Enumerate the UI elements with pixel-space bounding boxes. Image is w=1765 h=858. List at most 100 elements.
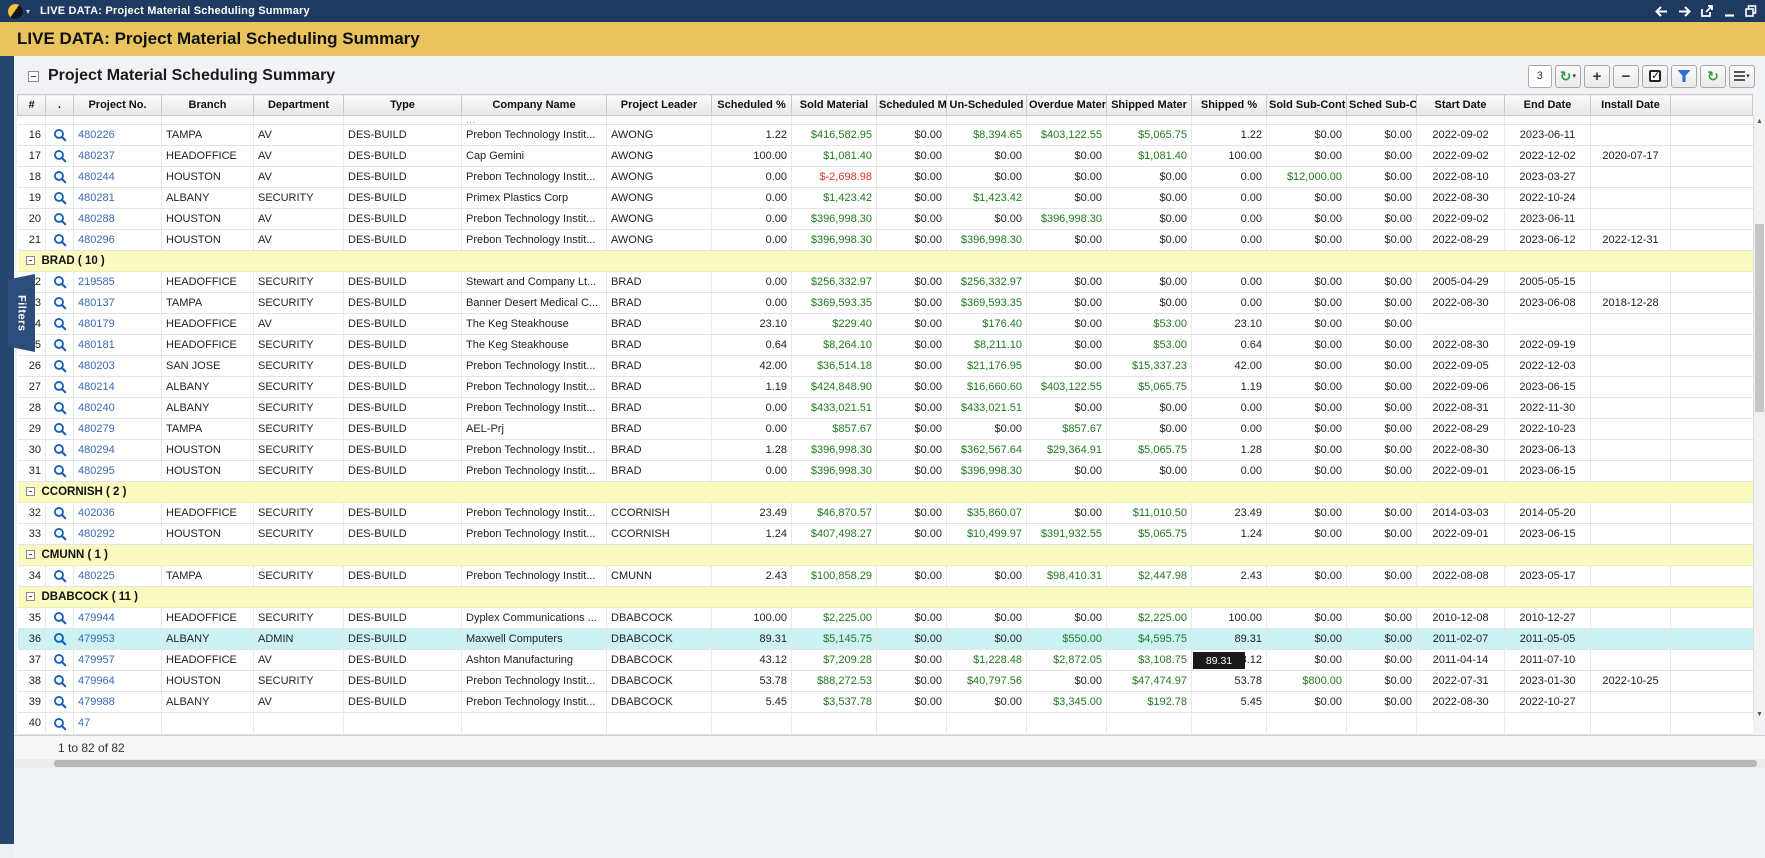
minimize-icon[interactable]	[1724, 6, 1735, 17]
project-no-link[interactable]: 480281	[78, 192, 115, 204]
group-header-row[interactable]: BRAD ( 10 )	[18, 251, 1753, 272]
collapse-group-icon[interactable]	[26, 256, 35, 265]
magnifier-icon[interactable]	[53, 296, 67, 310]
collapse-group-icon[interactable]	[26, 592, 35, 601]
table-row[interactable]: 34480225TAMPASECURITYDES-BUILDPrebon Tec…	[18, 566, 1753, 587]
col-header-branch[interactable]: Branch	[162, 95, 254, 116]
magnifier-icon[interactable]	[53, 653, 67, 667]
project-no-link[interactable]: 480179	[78, 318, 115, 330]
collapse-group-icon[interactable]	[26, 550, 35, 559]
add-button[interactable]: +	[1584, 65, 1610, 88]
table-row[interactable]: 24480179HEADOFFICEAVDES-BUILDThe Keg Ste…	[18, 314, 1753, 335]
project-no-link[interactable]: 480214	[78, 381, 115, 393]
col-header-scheduled_mat[interactable]: Scheduled Mat	[877, 95, 947, 116]
checkbox-button[interactable]	[1642, 65, 1668, 88]
col-header-shipped_pct[interactable]: Shipped %	[1192, 95, 1267, 116]
col-header-end_date[interactable]: End Date	[1505, 95, 1591, 116]
col-header-leader[interactable]: Project Leader	[607, 95, 712, 116]
magnifier-icon[interactable]	[53, 338, 67, 352]
restore-icon[interactable]	[1745, 5, 1757, 17]
project-no-link[interactable]: 480292	[78, 528, 115, 540]
project-no-link[interactable]: 480296	[78, 234, 115, 246]
menu-dropdown-button[interactable]: ▾	[1729, 65, 1755, 88]
magnifier-icon[interactable]	[53, 464, 67, 478]
project-no-link[interactable]: 219585	[78, 276, 115, 288]
table-row[interactable]: 32402036HEADOFFICESECURITYDES-BUILDPrebo…	[18, 503, 1753, 524]
project-no-link[interactable]: 479964	[78, 675, 115, 687]
count-box[interactable]: 3	[1528, 65, 1552, 88]
magnifier-icon[interactable]	[53, 611, 67, 625]
col-header-num[interactable]: #	[18, 95, 46, 116]
project-no-link[interactable]: 479988	[78, 696, 115, 708]
table-row[interactable]: 29480279TAMPASECURITYDES-BUILDAEL-PrjBRA…	[18, 419, 1753, 440]
table-row[interactable]: 35479944HEADOFFICESECURITYDES-BUILDDyple…	[18, 608, 1753, 629]
project-no-link[interactable]: 479944	[78, 612, 115, 624]
table-row[interactable]: 31480295HOUSTONSECURITYDES-BUILDPrebon T…	[18, 461, 1753, 482]
col-header-sold_sub[interactable]: Sold Sub-Cont	[1267, 95, 1347, 116]
table-row[interactable]: 27480214ALBANYSECURITYDES-BUILDPrebon Te…	[18, 377, 1753, 398]
project-no-link[interactable]: 479953	[78, 633, 115, 645]
col-header-sold_material[interactable]: Sold Material	[792, 95, 877, 116]
col-header-overdue_mat[interactable]: Overdue Mater	[1027, 95, 1107, 116]
table-row[interactable]: 28480240ALBANYSECURITYDES-BUILDPrebon Te…	[18, 398, 1753, 419]
filter-button[interactable]	[1671, 65, 1697, 88]
col-header-shipped_mat[interactable]: Shipped Mater	[1107, 95, 1192, 116]
forward-icon[interactable]	[1678, 6, 1691, 17]
app-logo-icon[interactable]	[8, 4, 23, 19]
table-row[interactable]: 39479988ALBANYAVDES-BUILDPrebon Technolo…	[18, 692, 1753, 713]
vertical-scrollbar-thumb[interactable]	[1755, 224, 1764, 412]
magnifier-icon[interactable]	[53, 170, 67, 184]
magnifier-icon[interactable]	[53, 380, 67, 394]
table-row[interactable]: 26480203SAN JOSESECURITYDES-BUILDPrebon …	[18, 356, 1753, 377]
group-header-row[interactable]: CMUNN ( 1 )	[18, 545, 1753, 566]
col-header-unscheduled[interactable]: Un-Scheduled	[947, 95, 1027, 116]
project-no-link[interactable]: 480237	[78, 150, 115, 162]
magnifier-icon[interactable]	[53, 695, 67, 709]
collapse-panel-icon[interactable]	[28, 71, 39, 82]
col-header-project_no[interactable]: Project No.	[74, 95, 162, 116]
group-header-row[interactable]: DBABCOCK ( 11 )	[18, 587, 1753, 608]
magnifier-icon[interactable]	[53, 128, 67, 142]
scroll-down-icon[interactable]: ▼	[1754, 708, 1765, 721]
table-row[interactable]: 20480288HOUSTONAVDES-BUILDPrebon Technol…	[18, 209, 1753, 230]
table-row[interactable]: 18480244HOUSTONAVDES-BUILDPrebon Technol…	[18, 167, 1753, 188]
project-no-link[interactable]: 480295	[78, 465, 115, 477]
horizontal-scrollbar[interactable]	[14, 759, 1765, 768]
magnifier-icon[interactable]	[53, 149, 67, 163]
magnifier-icon[interactable]	[53, 717, 67, 731]
group-header-row[interactable]: CCORNISH ( 2 )	[18, 482, 1753, 503]
project-no-link[interactable]: 402036	[78, 507, 115, 519]
table-row[interactable]: 33480292HOUSTONSECURITYDES-BUILDPrebon T…	[18, 524, 1753, 545]
project-no-link[interactable]: 480226	[78, 129, 115, 141]
magnifier-icon[interactable]	[53, 191, 67, 205]
project-no-link[interactable]: 480294	[78, 444, 115, 456]
col-header-install_date[interactable]: Install Date	[1591, 95, 1671, 116]
scroll-up-icon[interactable]: ▲	[1754, 115, 1765, 128]
magnifier-icon[interactable]	[53, 527, 67, 541]
magnifier-icon[interactable]	[53, 317, 67, 331]
table-row[interactable]: 21480296HOUSTONAVDES-BUILDPrebon Technol…	[18, 230, 1753, 251]
table-row[interactable]: 37479957HEADOFFICEAVDES-BUILDAshton Manu…	[18, 650, 1753, 671]
table-row[interactable]: 30480294HOUSTONSECURITYDES-BUILDPrebon T…	[18, 440, 1753, 461]
project-no-link[interactable]: 480181	[78, 339, 115, 351]
project-no-link[interactable]: 480225	[78, 570, 115, 582]
magnifier-icon[interactable]	[53, 401, 67, 415]
project-no-link[interactable]: 480279	[78, 423, 115, 435]
magnifier-icon[interactable]	[53, 506, 67, 520]
logo-caret-icon[interactable]: ▾	[26, 7, 30, 16]
magnifier-icon[interactable]	[53, 443, 67, 457]
refresh-button[interactable]: ↻	[1700, 65, 1726, 88]
col-header-start_date[interactable]: Start Date	[1417, 95, 1505, 116]
magnifier-icon[interactable]	[53, 359, 67, 373]
project-no-link[interactable]: 480244	[78, 171, 115, 183]
magnifier-icon[interactable]	[53, 674, 67, 688]
col-header-ptype[interactable]: Type	[344, 95, 462, 116]
table-row[interactable]: 23480137TAMPASECURITYDES-BUILDBanner Des…	[18, 293, 1753, 314]
magnifier-icon[interactable]	[53, 632, 67, 646]
col-header-sched_sub[interactable]: Sched Sub-Co	[1347, 95, 1417, 116]
col-header-company[interactable]: Company Name	[462, 95, 607, 116]
magnifier-icon[interactable]	[53, 212, 67, 226]
table-row[interactable]: 38479964HOUSTONSECURITYDES-BUILDPrebon T…	[18, 671, 1753, 692]
project-no-link[interactable]: 480240	[78, 402, 115, 414]
filters-tab[interactable]: Filters	[8, 274, 35, 352]
